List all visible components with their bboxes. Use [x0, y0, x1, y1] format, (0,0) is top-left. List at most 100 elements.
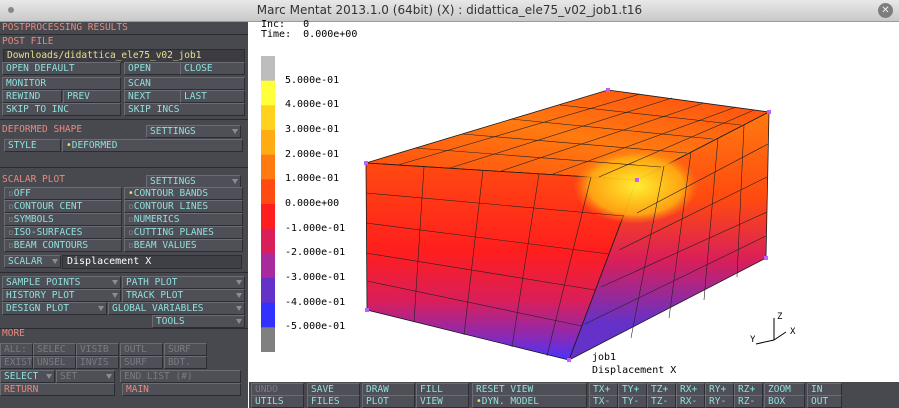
contour-lines-radio[interactable]: ▫CONTOUR LINES [124, 200, 243, 213]
utils-button[interactable]: UTILS [251, 395, 304, 408]
return-button[interactable]: RETURN [0, 383, 115, 396]
plot-button[interactable]: PLOT [362, 395, 415, 408]
job-name: job1 [592, 352, 617, 363]
next-button[interactable]: NEXT [124, 90, 181, 103]
triad-y-label: Y [750, 335, 756, 345]
legend-label: 1.000e-01 [285, 173, 340, 185]
all-outl-button[interactable]: OUTL [120, 343, 163, 356]
ty-minus-button[interactable]: TY- [618, 395, 647, 408]
exist-bdt-button[interactable]: BDT. [164, 356, 207, 369]
sample-points-button[interactable]: SAMPLE POINTS [2, 276, 121, 289]
all-selec-button[interactable]: SELEC [33, 343, 76, 356]
legend-swatch [261, 105, 275, 131]
open-default-button[interactable]: OPEN DEFAULT [2, 62, 121, 75]
track-plot-label: TRACK PLOT [126, 290, 184, 301]
rx-minus-button[interactable]: RX- [676, 395, 705, 408]
dropdown-arrow-icon [112, 293, 118, 298]
skip-to-inc-button[interactable]: SKIP TO INC [2, 103, 121, 116]
scalar-button-label: SCALAR [8, 256, 43, 267]
history-plot-button[interactable]: HISTORY PLOT [2, 289, 121, 302]
all-surf-button[interactable]: SURF [164, 343, 207, 356]
scalar-value-field[interactable]: Displacement X [62, 255, 242, 269]
set-button[interactable]: SET [56, 370, 115, 383]
tools-button[interactable]: TOOLS [152, 315, 245, 328]
more-label: MORE [2, 328, 25, 339]
track-plot-button[interactable]: TRACK PLOT [122, 289, 245, 302]
graphics-viewport[interactable]: 5.000e-01 4.000e-01 3.000e-01 2.000e-01 1.00… [249, 22, 899, 380]
path-plot-button[interactable]: PATH PLOT [122, 276, 245, 289]
ry-minus-button[interactable]: RY- [705, 395, 734, 408]
beam-values-radio[interactable]: ▫BEAM VALUES [124, 239, 243, 252]
dropdown-arrow-icon [232, 129, 238, 134]
time-value: 0.000e+00 [303, 29, 358, 40]
contour-lines-label: CONTOUR LINES [133, 201, 209, 212]
deformed-settings-button[interactable]: SETTINGS [146, 125, 241, 138]
rewind-button[interactable]: REWIND [2, 90, 62, 103]
legend-label: 2.000e-01 [285, 148, 340, 160]
skip-incs-button[interactable]: SKIP INCS [124, 103, 245, 116]
history-plot-label: HISTORY PLOT [6, 290, 75, 301]
dyn-model-button[interactable]: •DYN. MODEL [472, 395, 587, 408]
dropdown-arrow-icon [236, 280, 242, 285]
prev-button[interactable]: PREV [63, 90, 121, 103]
rz-minus-button[interactable]: RZ- [734, 395, 763, 408]
dropdown-arrow-icon [52, 259, 58, 264]
legend-swatch [261, 80, 275, 106]
box-button[interactable]: BOX [764, 395, 805, 408]
style-value-button[interactable]: •DEFORMED [62, 139, 243, 152]
legend-label: 0.000e+00 [285, 198, 340, 209]
open-button[interactable]: OPEN [124, 62, 181, 75]
contour-cent-radio[interactable]: ▫CONTOUR CENT [4, 200, 122, 213]
close-icon[interactable]: ✕ [878, 3, 893, 18]
off-label: OFF [13, 188, 31, 199]
exist-unsel-button[interactable]: UNSEL [33, 356, 76, 369]
numerics-radio[interactable]: ▫NUMERICS [124, 213, 243, 226]
axis-triad [755, 318, 787, 345]
select-label: SELECT [4, 371, 39, 382]
tools-label: TOOLS [156, 316, 185, 327]
model-view [364, 88, 771, 362]
view-button[interactable]: VIEW [416, 395, 469, 408]
legend-swatch [261, 302, 275, 328]
scalar-button[interactable]: SCALAR [4, 255, 61, 268]
legend-swatch [261, 327, 275, 352]
set-label: SET [60, 371, 78, 382]
beam-values-label: BEAM VALUES [133, 240, 197, 251]
scan-button[interactable]: SCAN [124, 77, 245, 90]
dyn-model-label: DYN. MODEL [481, 396, 539, 407]
last-button[interactable]: LAST [180, 90, 245, 103]
exist-invis-button[interactable]: INVIS [76, 356, 119, 369]
window-title: Marc Mentat 2013.1.0 (64bit) (X) : didat… [256, 3, 643, 17]
all-visib-button[interactable]: VISIB [76, 343, 119, 356]
window-menu-icon[interactable] [8, 7, 14, 13]
legend-swatch [261, 130, 275, 156]
cutting-planes-radio[interactable]: ▫CUTTING PLANES [124, 226, 243, 239]
global-variables-label: GLOBAL VARIABLES [112, 303, 204, 314]
legend-swatch [261, 278, 275, 304]
style-button[interactable]: STYLE [4, 139, 61, 152]
exist-surf-button[interactable]: SURF [120, 356, 163, 369]
legend-label: 5.000e-01 [285, 74, 340, 86]
symbols-radio[interactable]: ▫SYMBOLS [4, 213, 122, 226]
tz-minus-button[interactable]: TZ- [647, 395, 676, 408]
close-button[interactable]: CLOSE [180, 62, 245, 75]
zoom-out-button[interactable]: OUT [807, 395, 842, 408]
main-button[interactable]: MAIN [122, 383, 241, 396]
dropdown-arrow-icon [236, 293, 242, 298]
style-value-label: DEFORMED [71, 140, 118, 151]
post-file-path[interactable]: Downloads/didattica_ele75_v02_job1 [3, 49, 245, 63]
path-plot-label: PATH PLOT [126, 277, 178, 288]
off-radio[interactable]: ▫OFF [4, 187, 122, 200]
beam-contours-radio[interactable]: ▫BEAM CONTOURS [4, 239, 122, 252]
iso-surfaces-radio[interactable]: ▫ISO-SURFACES [4, 226, 122, 239]
legend-colorbar [261, 56, 275, 352]
time-label: Time: [261, 29, 292, 40]
design-plot-button[interactable]: DESIGN PLOT [2, 302, 107, 315]
select-button[interactable]: SELECT [0, 370, 55, 383]
end-list-button[interactable]: END LIST (#) [120, 370, 241, 383]
monitor-button[interactable]: MONITOR [2, 77, 121, 90]
files-button[interactable]: FILES [307, 395, 360, 408]
global-variables-button[interactable]: GLOBAL VARIABLES [108, 302, 245, 315]
tx-minus-button[interactable]: TX- [589, 395, 618, 408]
contour-bands-radio[interactable]: •CONTOUR BANDS [124, 187, 243, 200]
